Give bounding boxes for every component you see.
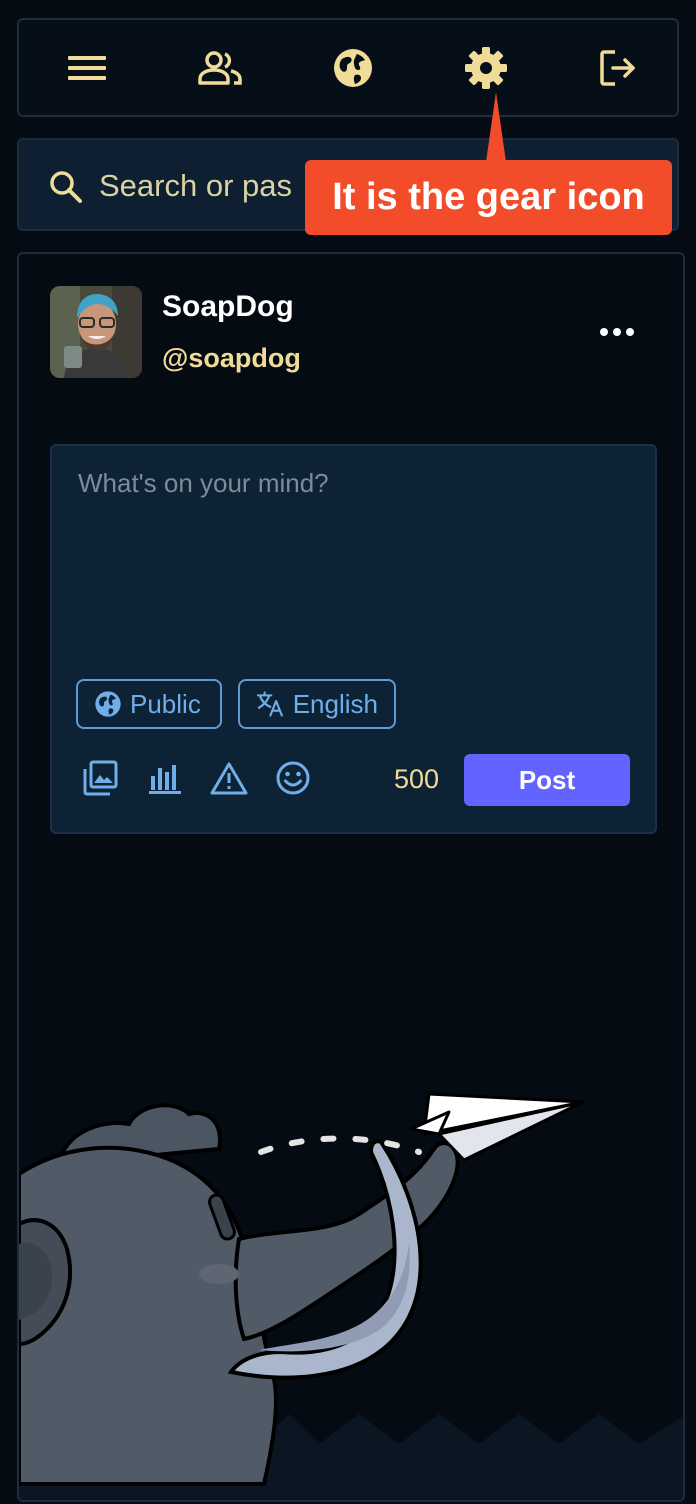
menu-button[interactable] [63, 44, 111, 92]
post-button[interactable]: Post [464, 754, 630, 806]
emoji-picker-button[interactable] [273, 758, 313, 798]
media-icon [83, 760, 118, 796]
preferences-button[interactable] [462, 44, 510, 92]
globe-icon [334, 49, 372, 87]
visibility-button[interactable]: Public [76, 679, 222, 729]
emoji-icon [276, 761, 310, 795]
avatar-image [50, 286, 142, 378]
visibility-label: Public [130, 688, 201, 719]
language-button[interactable]: English [238, 679, 396, 729]
poll-icon [149, 765, 181, 794]
globe-icon [95, 691, 121, 717]
hamburger-icon [68, 56, 106, 80]
compose-panel: SoapDog @soapdog Public English [17, 252, 685, 1502]
avatar[interactable] [50, 286, 142, 378]
character-counter: 500 [394, 764, 440, 794]
content-warning-icon [210, 762, 248, 795]
add-media-button[interactable] [80, 758, 120, 798]
people-icon [198, 51, 242, 85]
compose-form: Public English [50, 444, 657, 834]
translate-icon [256, 691, 283, 717]
compose-textarea[interactable] [76, 466, 640, 660]
annotation-arrow [486, 92, 506, 162]
add-poll-button[interactable] [145, 758, 185, 798]
local-timeline-button[interactable] [196, 44, 244, 92]
display-name: SoapDog [162, 290, 294, 323]
annotation-text: It is the gear icon [305, 160, 672, 235]
gear-icon [465, 47, 507, 89]
mastodon-mascot-illustration [19, 1092, 683, 1500]
language-label: English [292, 688, 378, 719]
content-warning-button[interactable] [209, 758, 249, 798]
account-handle: @soapdog [162, 343, 301, 373]
logout-icon [600, 50, 635, 86]
annotation-callout: It is the gear icon [305, 92, 672, 235]
search-icon [50, 171, 82, 203]
more-options-button[interactable] [597, 318, 637, 346]
top-navbar [17, 18, 679, 117]
more-icon [600, 328, 634, 336]
federated-timeline-button[interactable] [329, 44, 377, 92]
logout-button[interactable] [595, 44, 643, 92]
